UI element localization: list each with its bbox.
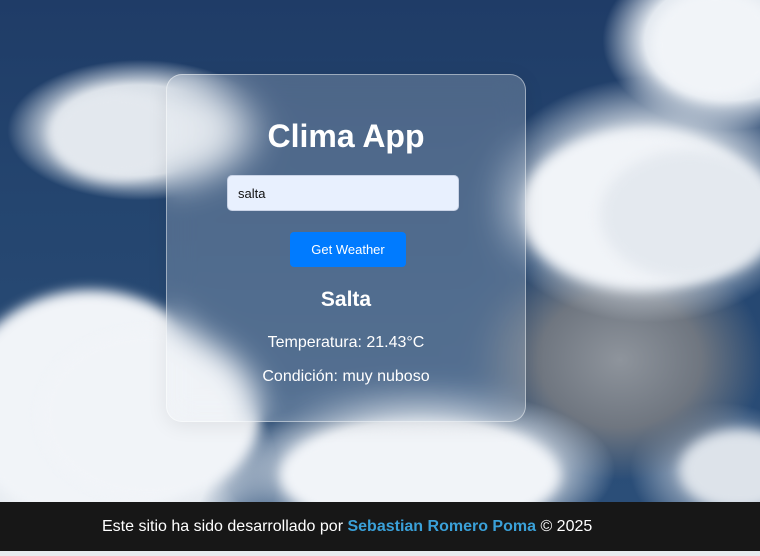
temperature-value: 21.43°C (366, 334, 425, 351)
weather-card: Clima App Get Weather Salta Temperatura:… (166, 74, 526, 422)
footer-prefix: Este sitio ha sido desarrollado por (102, 518, 344, 535)
app-title: Clima App (267, 118, 425, 154)
site-footer: Este sitio ha sido desarrollado por Seba… (0, 502, 760, 551)
footer-copyright: © 2025 (540, 518, 593, 535)
temperature-label: Temperatura: (267, 334, 362, 351)
city-search-input[interactable] (227, 175, 459, 211)
condition-line: Condición: muy nuboso (167, 367, 525, 387)
city-name: Salta (320, 288, 372, 311)
get-weather-button[interactable]: Get Weather (290, 232, 406, 267)
footer-author-link[interactable]: Sebastian Romero Poma (347, 518, 536, 535)
condition-label: Condición: (262, 368, 338, 385)
condition-value: muy nuboso (342, 368, 430, 385)
bottom-strip (0, 551, 760, 556)
temperature-line: Temperatura: 21.43°C (167, 333, 525, 353)
